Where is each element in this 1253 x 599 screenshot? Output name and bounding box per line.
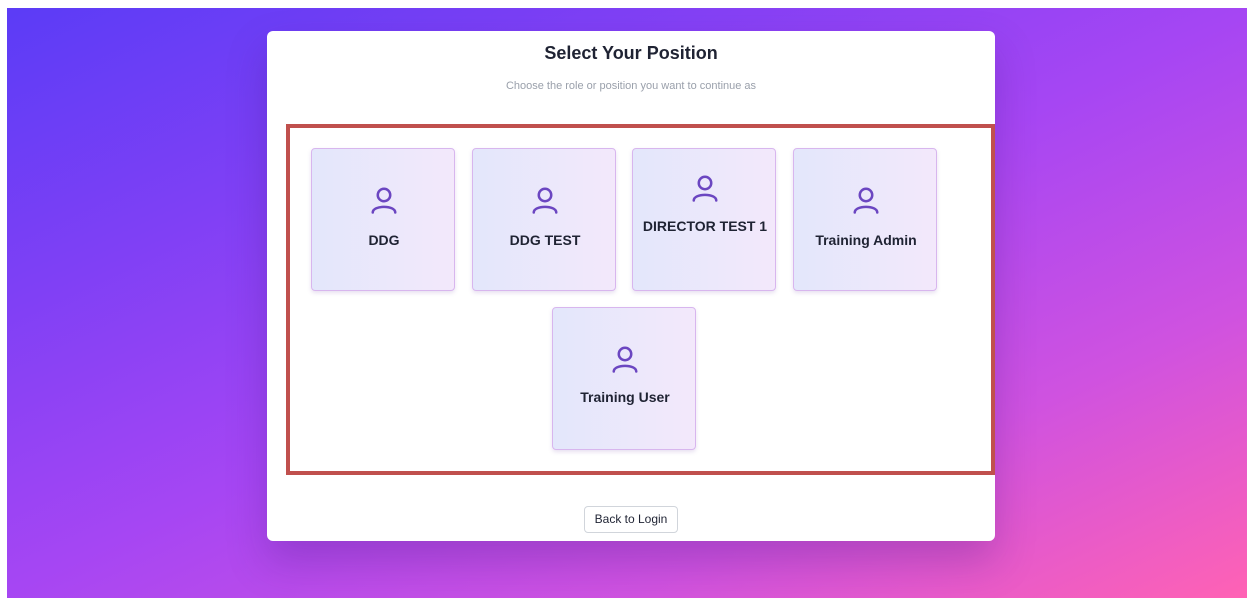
user-icon bbox=[371, 187, 397, 214]
position-tile-training-admin[interactable]: Training Admin bbox=[793, 148, 937, 291]
page-title: Select Your Position bbox=[544, 43, 718, 63]
position-label: DIRECTOR TEST 1 bbox=[642, 218, 768, 234]
position-label: Training Admin bbox=[815, 232, 917, 248]
back-to-login-button[interactable]: Back to Login bbox=[584, 506, 678, 533]
position-label: Training User bbox=[580, 389, 670, 405]
user-icon bbox=[692, 175, 718, 202]
user-icon bbox=[532, 187, 558, 214]
page-subtitle: Choose the role or position you want to … bbox=[505, 80, 757, 92]
position-label: DDG TEST bbox=[509, 232, 581, 248]
user-icon bbox=[612, 346, 638, 373]
position-tile-ddg[interactable]: DDG bbox=[311, 148, 455, 291]
position-tile-training-user[interactable]: Training User bbox=[552, 307, 696, 450]
user-icon bbox=[853, 187, 879, 214]
position-label: DDG bbox=[368, 232, 400, 248]
position-tile-ddg-test[interactable]: DDG TEST bbox=[472, 148, 616, 291]
position-tile-director-test-1[interactable]: DIRECTOR TEST 1 bbox=[632, 148, 776, 291]
